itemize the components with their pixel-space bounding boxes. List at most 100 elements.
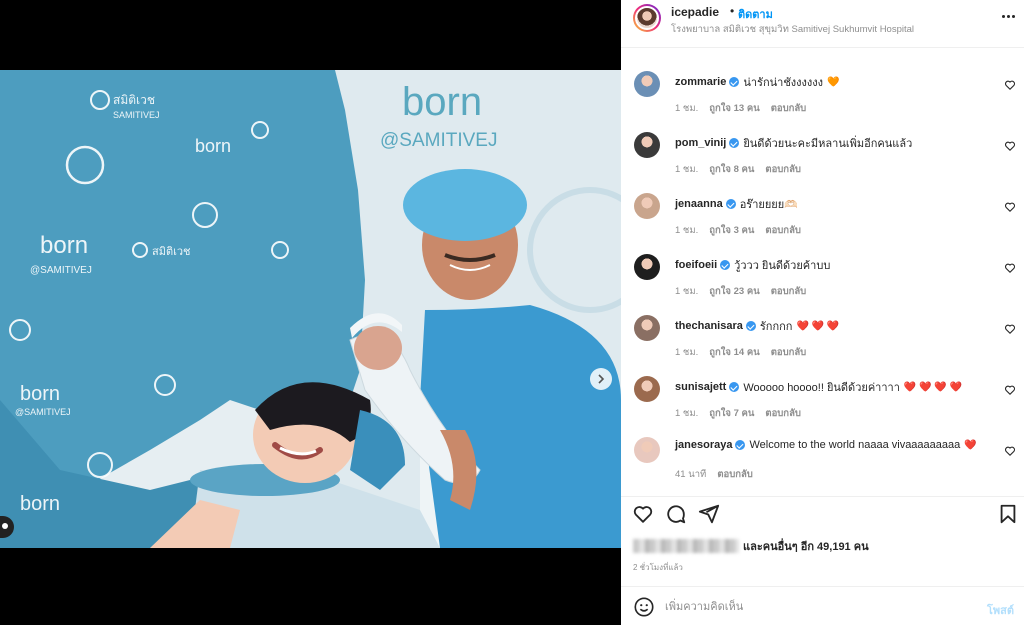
share-icon[interactable] xyxy=(698,503,720,525)
verified-icon xyxy=(720,260,731,270)
commenter-avatar[interactable] xyxy=(634,254,660,280)
reply-button[interactable]: ตอบกลับ xyxy=(765,408,801,419)
drape-logo-2: born xyxy=(195,136,231,156)
verified-icon xyxy=(725,199,736,209)
owner-avatar[interactable] xyxy=(633,4,661,32)
drape-logo-3: born xyxy=(20,383,60,405)
comment-time[interactable]: 1 ชม. xyxy=(675,225,698,236)
verified-icon xyxy=(729,382,740,392)
heart-icon[interactable] xyxy=(1004,140,1016,152)
comment-likes[interactable]: ถูกใจ 8 คน xyxy=(709,164,754,175)
likes-count-text: และคนอื่นๆ อีก 49,191 คน xyxy=(743,541,869,553)
reply-button[interactable]: ตอบกลับ xyxy=(771,103,807,114)
comment-text: Wooooo hoooo!! ยินดีด้วยค่าาาา xyxy=(743,382,900,394)
post-location[interactable]: โรงพยาบาล สมิติเวช สุขุมวิท Samitivej Su… xyxy=(671,22,914,37)
commenter-username[interactable]: sunisajett xyxy=(675,381,726,393)
owner-username[interactable]: icepadie xyxy=(671,5,719,19)
drape-hospital-en-1: SAMITIVEJ xyxy=(113,110,160,120)
next-photo-button[interactable] xyxy=(590,368,612,390)
comment-row: janesoraya Welcome to the world naaaa viv… xyxy=(621,419,1024,482)
comment-time[interactable]: 1 ชม. xyxy=(675,164,698,175)
comment-text: รักกกก xyxy=(759,321,793,333)
post-header: icepadie • ติดตาม โรงพยาบาล สมิติเวช สุข… xyxy=(621,0,1024,48)
reply-button[interactable]: ตอบกลับ xyxy=(765,225,801,236)
comment-body: thechanisara รักกกก ❤️ ❤️ ❤️ xyxy=(675,317,839,335)
comment-text: วู้ววว ยินดีด้วยค้าบบ xyxy=(734,260,831,272)
commenter-username[interactable]: foeifoeii xyxy=(675,259,717,271)
heart-icon[interactable] xyxy=(1004,384,1016,396)
reply-button[interactable]: ตอบกลับ xyxy=(717,469,753,480)
commenter-username[interactable]: zommarie xyxy=(675,76,726,88)
comment-likes[interactable]: ถูกใจ 23 คน xyxy=(709,286,759,297)
comment-emoji: ❤️ ❤️ ❤️ xyxy=(796,320,840,332)
reply-button[interactable]: ตอบกลับ xyxy=(771,286,807,297)
heart-icon[interactable] xyxy=(1004,201,1016,213)
commenter-avatar[interactable] xyxy=(634,132,660,158)
drape-hospital-thai-1: สมิติเวช xyxy=(113,93,155,107)
emoji-icon[interactable] xyxy=(633,596,655,618)
comment-emoji: 🧡 xyxy=(827,76,840,88)
commenter-username[interactable]: thechanisara xyxy=(675,320,743,332)
heart-icon[interactable] xyxy=(1004,323,1016,335)
comment-emoji: ❤️ xyxy=(964,439,977,451)
commenter-username[interactable]: pom_vinij xyxy=(675,137,726,149)
reply-button[interactable]: ตอบกลับ xyxy=(765,164,801,175)
post-photo[interactable]: born @SAMITIVEJ สมิติเวช SAMITIVEJ born … xyxy=(0,70,621,548)
drape-handle-2: @SAMITIVEJ xyxy=(15,407,71,417)
heart-icon[interactable] xyxy=(1004,445,1016,457)
photo-illustration: born @SAMITIVEJ สมิติเวช SAMITIVEJ born … xyxy=(0,70,621,548)
bookmark-icon[interactable] xyxy=(997,503,1019,525)
post-comment-button[interactable]: โพสต์ xyxy=(987,601,1014,619)
commenter-avatar[interactable] xyxy=(634,437,660,463)
comment-meta: 41 นาที ตอบกลับ xyxy=(675,467,764,482)
post-timestamp[interactable]: 2 ชั่วโมงที่แล้ว xyxy=(633,561,683,574)
comment-time[interactable]: 1 ชม. xyxy=(675,347,698,358)
verified-icon xyxy=(729,138,740,148)
commenter-username[interactable]: jenaanna xyxy=(675,198,723,210)
commenter-avatar[interactable] xyxy=(634,376,660,402)
comment-likes[interactable]: ถูกใจ 13 คน xyxy=(709,103,759,114)
comment-body: jenaanna อร๊ายยยย🫶🏻 xyxy=(675,195,802,213)
comment-input[interactable] xyxy=(665,597,965,617)
comment-likes[interactable]: ถูกใจ 3 คน xyxy=(709,225,754,236)
likes-summary[interactable]: และคนอื่นๆ อีก 49,191 คน xyxy=(633,537,869,555)
commenter-avatar[interactable] xyxy=(634,315,660,341)
brand-handle-text: @SAMITIVEJ xyxy=(380,130,497,151)
comment-emoji: ❤️ ❤️ ❤️ ❤️ xyxy=(903,381,963,393)
commenter-avatar[interactable] xyxy=(634,193,660,219)
commenter-username[interactable]: janesoraya xyxy=(675,439,732,451)
commenter-avatar[interactable] xyxy=(634,71,660,97)
verified-icon xyxy=(735,440,746,450)
heart-icon[interactable] xyxy=(632,503,654,525)
brand-logo-text: born xyxy=(402,80,482,124)
comment-text: ยินดีด้วยนะคะมีหลานเพิ่มอีกคนแล้ว xyxy=(743,138,913,150)
reply-button[interactable]: ตอบกลับ xyxy=(771,347,807,358)
comment-body: pom_vinij ยินดีด้วยนะคะมีหลานเพิ่มอีกคนแล… xyxy=(675,134,916,152)
comment-time[interactable]: 1 ชม. xyxy=(675,103,698,114)
comment-body: sunisajett Wooooo hoooo!! ยินดีด้วยค่าาาา… xyxy=(675,378,962,396)
comment-time[interactable]: 1 ชม. xyxy=(675,286,698,297)
comment-icon[interactable] xyxy=(665,503,687,525)
drape-hospital-thai-2: สมิติเวช xyxy=(152,246,191,258)
comment-row: thechanisara รักกกก ❤️ ❤️ ❤️ 1 ชม. ถูกใจ 14 … xyxy=(621,297,1024,358)
comment-body: zommarie น่ารักน่าชังงงงงง 🧡 xyxy=(675,73,839,91)
comment-time[interactable]: 1 ชม. xyxy=(675,408,698,419)
comment-text: Welcome to the world naaaa vivaaaaaaaaa xyxy=(749,439,961,451)
heart-icon[interactable] xyxy=(1004,262,1016,274)
comment-likes[interactable]: ถูกใจ 14 คน xyxy=(709,347,759,358)
comment-time[interactable]: 41 นาที xyxy=(675,469,706,480)
comment-row: pom_vinij ยินดีด้วยนะคะมีหลานเพิ่มอีกคนแล… xyxy=(621,114,1024,175)
instagram-post-view: born @SAMITIVEJ สมิติเวช SAMITIVEJ born … xyxy=(0,0,1024,625)
chevron-right-icon xyxy=(598,374,605,384)
comment-text: น่ารักน่าชังงงงงง xyxy=(743,77,824,89)
follow-button[interactable]: ติดตาม xyxy=(738,5,773,23)
comment-row: sunisajett Wooooo hoooo!! ยินดีด้วยค่าาาา… xyxy=(621,358,1024,419)
media-area: born @SAMITIVEJ สมิติเวช SAMITIVEJ born … xyxy=(0,0,621,625)
heart-icon[interactable] xyxy=(1004,79,1016,91)
separator-dot: • xyxy=(730,4,735,18)
comment-likes[interactable]: ถูกใจ 7 คน xyxy=(709,408,754,419)
comment-text: อร๊ายยยย🫶🏻 xyxy=(739,199,798,211)
more-icon[interactable] xyxy=(998,8,1018,24)
post-side-panel: icepadie • ติดตาม โรงพยาบาล สมิติเวช สุข… xyxy=(621,0,1024,625)
verified-icon xyxy=(729,77,740,87)
